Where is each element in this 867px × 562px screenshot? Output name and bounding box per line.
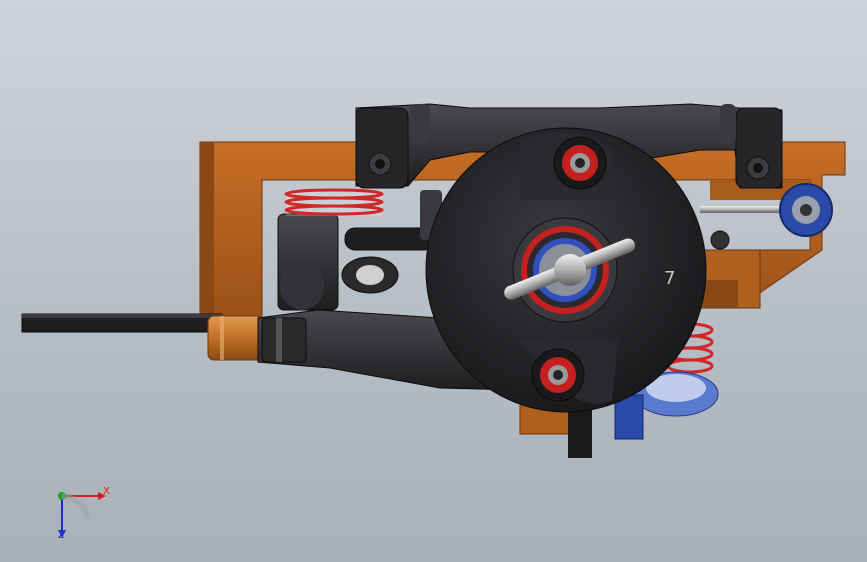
shock-mount-block[interactable] (277, 213, 339, 311)
upper-bearing[interactable] (553, 136, 607, 190)
part-number-mark: 7 (664, 268, 676, 289)
bolt-head[interactable] (710, 230, 730, 250)
z-axis-label: Z (58, 530, 65, 541)
blue-rod-end[interactable] (779, 183, 833, 237)
brass-bushing[interactable] (207, 315, 263, 361)
cad-viewport[interactable]: 7 X Z (0, 0, 867, 562)
shock-spring-upper[interactable] (284, 188, 384, 216)
x-axis-label: X (103, 486, 110, 497)
suspension-assembly-model[interactable] (0, 0, 867, 562)
lower-bearing[interactable] (531, 348, 585, 402)
lower-link-bar[interactable] (21, 313, 223, 333)
orientation-triad[interactable]: X Z (40, 482, 120, 552)
